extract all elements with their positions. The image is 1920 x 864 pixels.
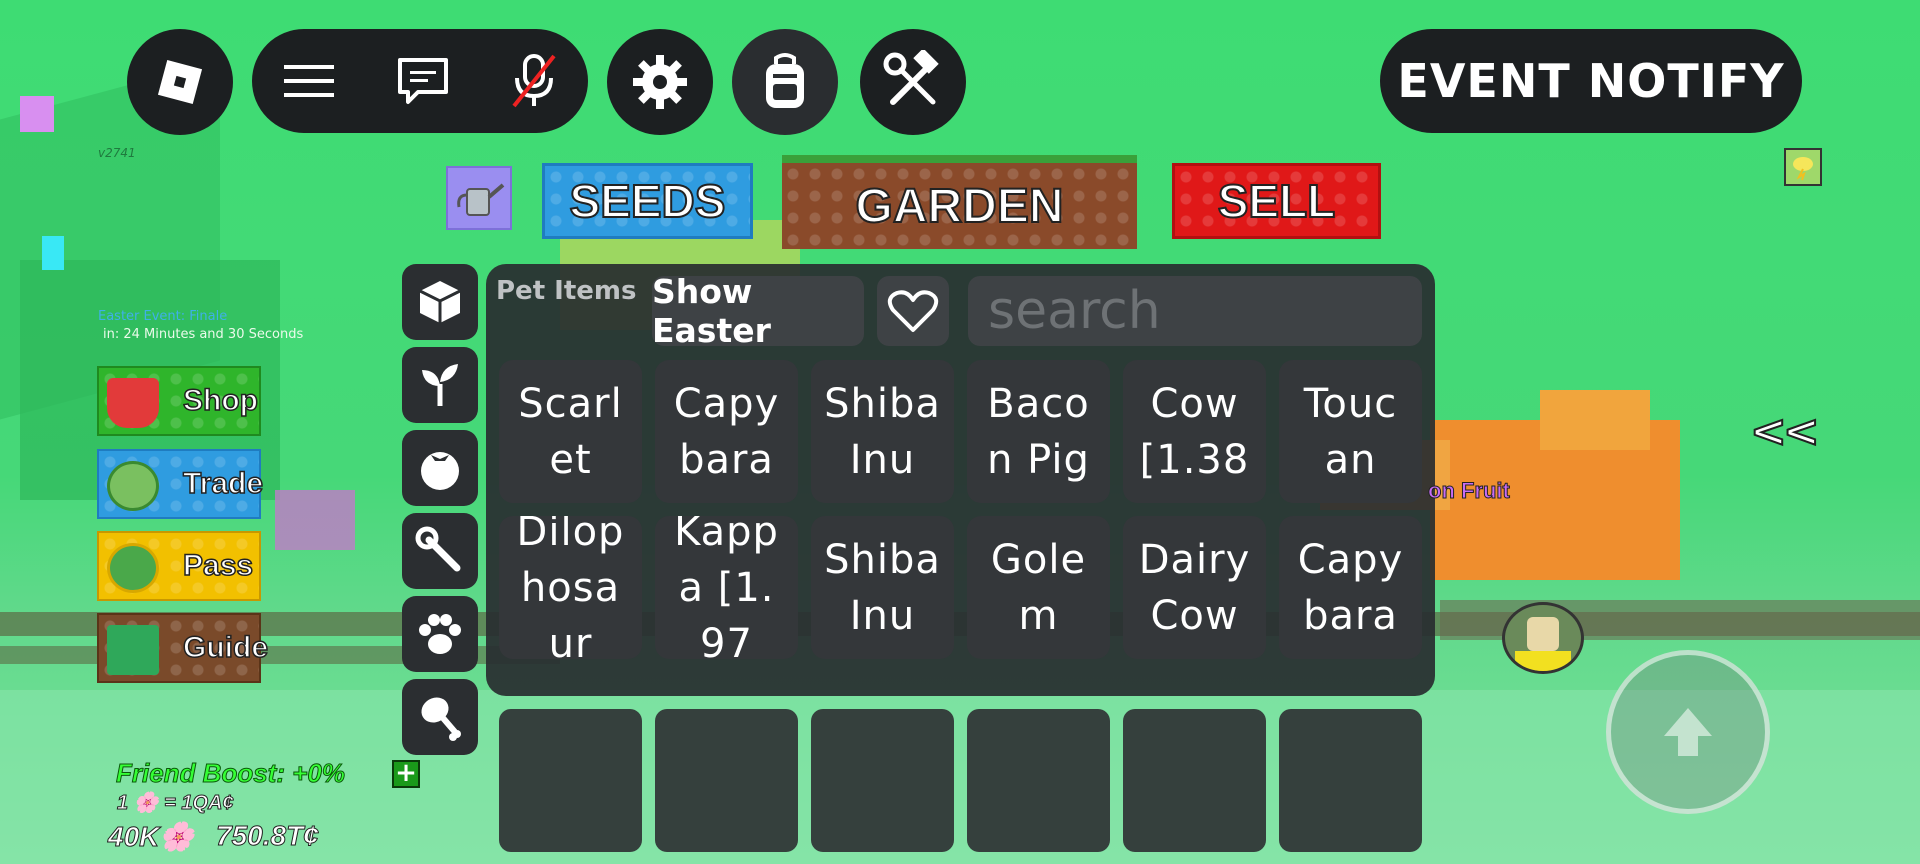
tools-button[interactable]: [860, 29, 966, 135]
item-slot[interactable]: Capybara: [655, 360, 798, 503]
money-count: 750.8T¢: [216, 820, 320, 852]
watering-can-button[interactable]: [446, 166, 512, 230]
watering-can-icon: [457, 183, 505, 216]
tab-seeds[interactable]: SEEDS: [542, 163, 753, 239]
item-name: Golem: [990, 536, 1087, 639]
guide-button[interactable]: Guide: [97, 613, 269, 683]
trade-label: Trade: [182, 466, 264, 501]
item-name: Shiba Inu: [824, 536, 941, 639]
show-easter-toggle[interactable]: Show Easter: [652, 272, 864, 350]
hotbar-slot[interactable]: [499, 709, 642, 852]
book-icon: [107, 625, 159, 675]
category-pets[interactable]: [402, 596, 478, 672]
cyan-block: [42, 236, 64, 270]
event-countdown: in: 24 Minutes and 30 Seconds: [103, 327, 304, 342]
item-name: Bacon Pig: [987, 380, 1090, 483]
heart-icon: [887, 290, 939, 332]
item-name: Dairy Cow: [1138, 536, 1251, 639]
box-icon: [419, 281, 461, 323]
collapse-button[interactable]: <<: [1749, 405, 1821, 458]
pass-button[interactable]: Pass: [97, 531, 261, 601]
category-seeds[interactable]: [402, 347, 478, 423]
pink-block: [275, 490, 355, 550]
event-notify-button[interactable]: EVENT NOTIFY: [1380, 29, 1802, 133]
item-name: Scarlet: [518, 380, 623, 483]
item-slot[interactable]: Bacon Pig: [967, 360, 1110, 503]
category-fruit[interactable]: [402, 430, 478, 506]
drumstick-icon: [421, 697, 461, 741]
orange-building-top: [1540, 390, 1650, 450]
version-label: v2741: [98, 146, 136, 160]
tab-garden[interactable]: GARDEN: [782, 155, 1137, 249]
item-slot[interactable]: Scarlet: [499, 360, 642, 503]
basket-icon: [107, 378, 159, 428]
item-slot[interactable]: Capybara: [1279, 516, 1422, 659]
blossom-count: 40K🌸: [107, 821, 195, 853]
pink-block: [20, 96, 54, 132]
gear-icon: [633, 55, 687, 109]
avatar-face: [1527, 617, 1559, 651]
hotbar-slot[interactable]: [1279, 709, 1422, 852]
hotbar-slot[interactable]: [1123, 709, 1266, 852]
hammer-wrench-icon: [883, 50, 939, 105]
tomato-icon: [421, 452, 459, 490]
item-name: Dilophosaur: [516, 516, 625, 659]
chat-icon[interactable]: [396, 56, 450, 106]
category-food[interactable]: [402, 679, 478, 755]
paw-icon: [419, 614, 461, 654]
arrow-up-icon: [1664, 708, 1712, 756]
tab-sell[interactable]: SELL: [1172, 163, 1381, 239]
hotbar-slot[interactable]: [655, 709, 798, 852]
category-box[interactable]: [402, 264, 478, 340]
item-slot[interactable]: Golem: [967, 516, 1110, 659]
search-input[interactable]: [968, 276, 1422, 346]
sprout-icon: [422, 364, 458, 406]
hotbar-slot[interactable]: [967, 709, 1110, 852]
roblox-logo-icon: [157, 59, 203, 105]
inventory-title: Pet Items: [496, 276, 637, 306]
guide-label: Guide: [182, 630, 269, 665]
backpack-button[interactable]: [732, 29, 838, 135]
shop-button[interactable]: Shop: [97, 366, 261, 436]
item-slot[interactable]: Shiba Inu: [811, 516, 954, 659]
item-name: Toucan: [1303, 380, 1398, 483]
hamburger-menu-icon[interactable]: [282, 61, 336, 101]
category-tools[interactable]: [402, 513, 478, 589]
item-slot[interactable]: Kappa [1.97: [655, 516, 798, 659]
wrench-icon: [415, 526, 461, 572]
player-avatar: [1502, 602, 1584, 674]
blossom-rate-label: 1 🌸 = 1QA¢: [117, 792, 235, 815]
shop-label: Shop: [182, 383, 259, 418]
backpack-icon: [766, 53, 804, 108]
event-title: Easter Event: Finale: [98, 309, 228, 324]
item-name: Capybara: [1297, 536, 1404, 639]
item-slot[interactable]: Dilophosaur: [499, 516, 642, 659]
friend-boost-label: Friend Boost: +0%: [116, 758, 346, 789]
hotbar-slot[interactable]: [811, 709, 954, 852]
world-plant-label: on Fruit: [1428, 478, 1511, 504]
chat-controls: [252, 29, 588, 133]
jump-button[interactable]: [1606, 650, 1770, 814]
weather-icon[interactable]: [1784, 148, 1822, 186]
pass-label: Pass: [182, 548, 254, 583]
item-slot[interactable]: Cow [1.38: [1123, 360, 1266, 503]
friend-boost-add-button[interactable]: +: [392, 760, 420, 788]
roblox-menu-button[interactable]: [127, 29, 233, 135]
trade-icon: [107, 461, 159, 511]
settings-button[interactable]: [607, 29, 713, 135]
item-name: Cow [1.38: [1139, 380, 1250, 483]
item-name: Capybara: [673, 380, 780, 483]
crown-icon: [107, 543, 159, 593]
avatar-shirt: [1515, 651, 1571, 671]
item-slot[interactable]: Shiba Inu: [811, 360, 954, 503]
item-name: Kappa [1.97: [674, 516, 779, 659]
favorite-button[interactable]: [877, 276, 949, 346]
trade-button[interactable]: Trade: [97, 449, 264, 519]
item-slot[interactable]: Dairy Cow: [1123, 516, 1266, 659]
microphone-muted-icon[interactable]: [510, 52, 558, 110]
item-name: Shiba Inu: [824, 380, 941, 483]
item-slot[interactable]: Toucan: [1279, 360, 1422, 503]
